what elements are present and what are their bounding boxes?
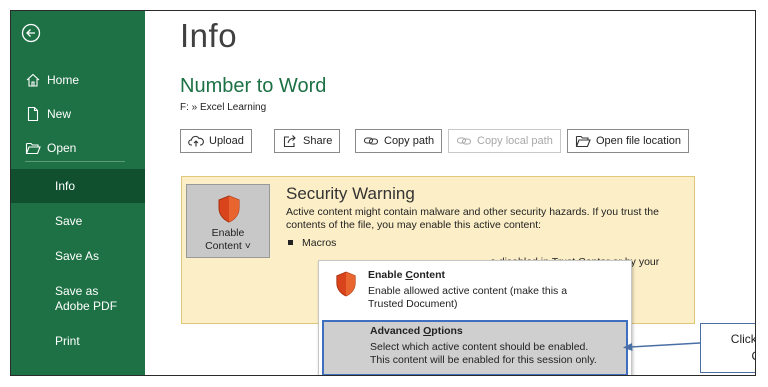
backstage-main: Info Number to Word F: » Excel Learning … [145,11,755,375]
sidebar-item-label: Info [55,179,76,193]
document-title: Number to Word [180,75,327,97]
enable-button-line1: Enable [211,227,245,239]
back-arrow-icon[interactable] [21,23,41,43]
sidebar-item-label: Home [47,73,80,87]
sidebar-item-new[interactable]: New [11,97,145,131]
macros-bullet: Macros [286,237,336,249]
open-folder-icon [25,142,41,155]
copy-local-path-button-label: Copy local path [477,135,553,147]
copy-path-button-label: Copy path [384,135,435,147]
sidebar-item-label: Save [55,214,83,228]
upload-button[interactable]: Upload [180,129,252,153]
sidebar-item-save[interactable]: Save [11,204,145,238]
sidebar-item-print[interactable]: Print [11,324,145,358]
sidebar-item-home[interactable]: Home [11,63,145,97]
callout-line1: Click on the “Advanced [730,332,756,346]
shield-icon [336,271,356,297]
sidebar-divider [25,161,125,162]
link-icon [456,137,472,145]
sidebar-item-save-as[interactable]: Save As [11,239,145,273]
macros-label: Macros [302,237,337,249]
backstage-sidebar: Home New Open Info Save Save As Save as … [11,11,145,375]
callout-arrow [623,342,701,351]
folder-icon [575,135,591,148]
copy-path-button[interactable]: Copy path [355,129,443,153]
annotation-callout: Click on the “Advanced Options” button [700,323,756,373]
sidebar-item-info[interactable]: Info [11,169,145,203]
page-title: Info [180,17,238,54]
callout-line2: Options” button [701,348,755,365]
open-file-location-button[interactable]: Open file location [567,129,689,153]
enable-content-title: Enable Content [368,269,446,281]
sidebar-item-label: New [47,107,72,121]
new-document-icon [27,106,39,122]
sidebar-item-label: Save As [55,249,100,263]
copy-local-path-button[interactable]: Copy local path [448,129,561,153]
upload-button-label: Upload [209,135,244,147]
upload-icon [188,135,204,147]
security-warning-text: Active content might contain malware and… [286,206,659,231]
open-file-location-button-label: Open file location [596,135,681,147]
sidebar-item-open[interactable]: Open [11,131,145,165]
home-icon [26,73,40,87]
advanced-options-description: Select which active content should be en… [370,341,597,366]
enable-content-menu: Enable Content Enable allowed active con… [318,260,632,375]
share-icon [283,135,296,148]
enable-content-dropdown-button[interactable]: Enable Content ˅ [186,184,270,258]
chevron-down-icon: ˅ [241,240,251,252]
sidebar-item-label: Save as Adobe PDF [55,284,118,313]
share-button[interactable]: Share [274,129,341,153]
excel-backstage-window: Home New Open Info Save Save As Save as … [10,10,756,376]
advanced-options-title: Advanced Options [370,325,463,337]
share-button-label: Share [303,135,333,147]
shield-icon [218,195,240,223]
document-path: F: » Excel Learning [180,102,267,113]
link-icon [363,137,379,145]
menu-item-enable-content[interactable]: Enable Content Enable allowed active con… [319,261,631,317]
sidebar-item-save-as-adobe-pdf[interactable]: Save as Adobe PDF [11,284,131,324]
enable-content-description: Enable allowed active content (make this… [368,285,568,310]
enable-button-line2: Content [205,240,242,252]
menu-item-advanced-options[interactable]: Advanced Options Select which active con… [322,320,628,375]
sidebar-item-label: Open [47,141,77,155]
security-warning-title: Security Warning [286,184,415,203]
sidebar-item-label: Print [55,334,80,348]
